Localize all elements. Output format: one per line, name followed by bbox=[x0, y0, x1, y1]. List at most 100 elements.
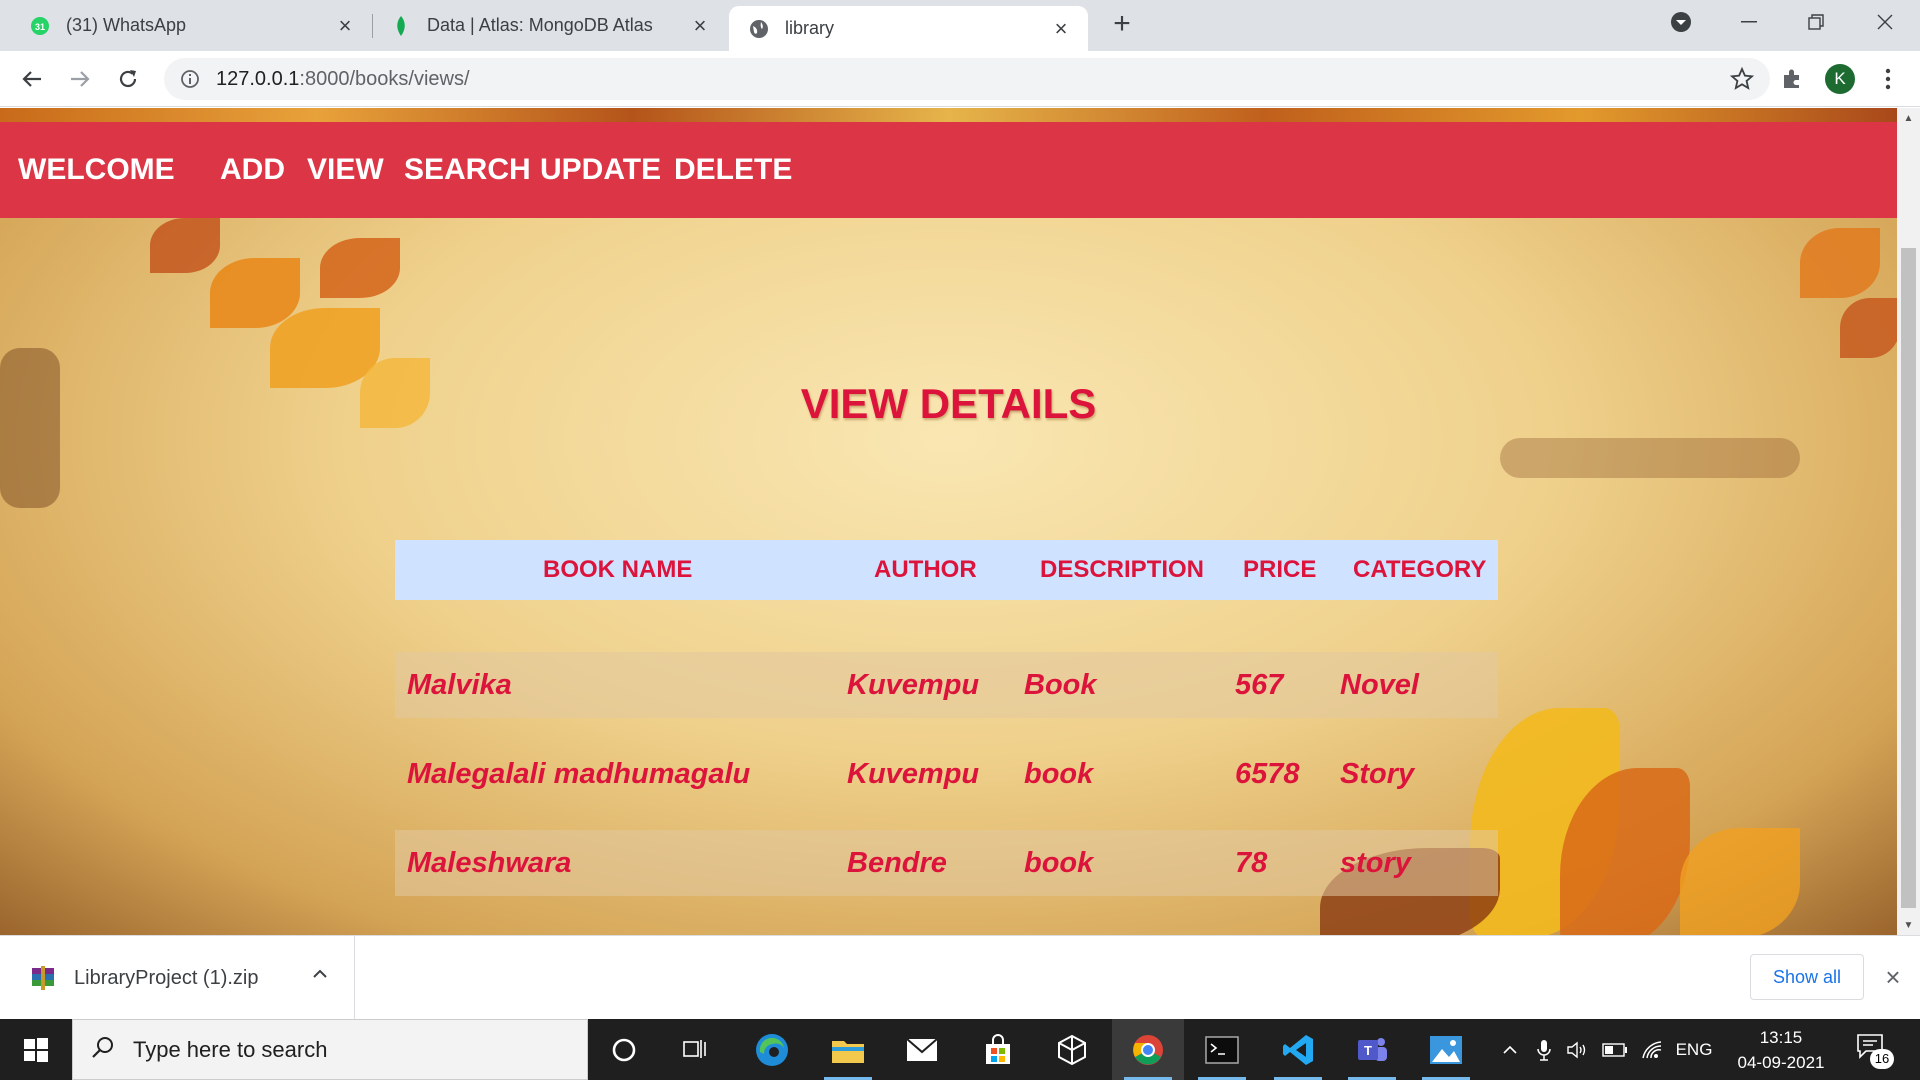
forward-arrow-icon[interactable] bbox=[64, 63, 96, 95]
cell-book-name: Malegalali madhumagalu bbox=[407, 758, 751, 790]
windows-taskbar: Type here to search T ENG 13:15 04-09-20… bbox=[0, 1019, 1920, 1080]
close-icon[interactable]: × bbox=[687, 13, 713, 39]
address-bar[interactable]: 127.0.0.1:8000/books/views/ bbox=[164, 58, 1770, 100]
download-item[interactable]: LibraryProject (1).zip bbox=[0, 936, 355, 1020]
edge-browser-icon[interactable] bbox=[736, 1019, 808, 1080]
window-close-icon[interactable] bbox=[1852, 0, 1918, 44]
tab-mongodb[interactable]: Data | Atlas: MongoDB Atlas × bbox=[373, 0, 727, 51]
battery-icon[interactable] bbox=[1600, 1019, 1630, 1080]
browser-toolbar: 127.0.0.1:8000/books/views/ K bbox=[0, 51, 1920, 107]
scrollbar-thumb[interactable] bbox=[1901, 248, 1916, 908]
reload-icon[interactable] bbox=[112, 63, 144, 95]
cortana-icon[interactable] bbox=[588, 1019, 660, 1080]
globe-icon bbox=[749, 19, 769, 39]
volume-icon[interactable] bbox=[1564, 1019, 1592, 1080]
minimize-icon[interactable] bbox=[1716, 0, 1782, 44]
cell-price: 6578 bbox=[1235, 758, 1300, 790]
zip-archive-icon bbox=[30, 965, 56, 991]
chevron-up-icon[interactable] bbox=[312, 966, 328, 984]
column-header-description: DESCRIPTION bbox=[1040, 556, 1205, 583]
terminal-icon[interactable] bbox=[1186, 1019, 1258, 1080]
tab-title: (31) WhatsApp bbox=[66, 15, 187, 35]
tab-title: Data | Atlas: MongoDB Atlas bbox=[427, 15, 653, 35]
menu-kebab-icon[interactable] bbox=[1872, 63, 1904, 95]
cell-price: 567 bbox=[1235, 669, 1284, 701]
site-info-icon[interactable] bbox=[180, 69, 200, 89]
extensions-puzzle-icon[interactable] bbox=[1776, 63, 1808, 95]
tab-strip: 31 (31) WhatsApp × Data | Atlas: MongoDB… bbox=[0, 0, 1920, 51]
page-viewport: WELCOME ADD VIEW SEARCH UPDATE DELETE VI… bbox=[0, 108, 1897, 935]
download-bar: LibraryProject (1).zip Show all × bbox=[0, 935, 1920, 1020]
chrome-icon[interactable] bbox=[1112, 1019, 1184, 1080]
bookmark-star-icon[interactable] bbox=[1729, 66, 1755, 96]
table-row: Malvika Kuvempu Book 567 Novel bbox=[395, 652, 1498, 718]
notification-count-badge: 16 bbox=[1870, 1049, 1894, 1069]
virtualbox-cube-icon[interactable] bbox=[1036, 1019, 1108, 1080]
wifi-icon[interactable] bbox=[1638, 1019, 1668, 1080]
teams-icon[interactable]: T bbox=[1336, 1019, 1408, 1080]
clock-date: 04-09-2021 bbox=[1737, 1053, 1825, 1072]
scroll-down-arrow-icon[interactable]: ▼ bbox=[1897, 915, 1920, 935]
scroll-up-arrow-icon[interactable]: ▲ bbox=[1897, 108, 1920, 128]
svg-text:31: 31 bbox=[35, 22, 45, 32]
cell-book-name: Malvika bbox=[407, 669, 512, 701]
cell-description: book bbox=[1024, 847, 1094, 879]
tray-chevron-up-icon[interactable] bbox=[1496, 1019, 1524, 1080]
page-scrollbar[interactable]: ▲ ▼ bbox=[1897, 108, 1920, 935]
windows-start-icon[interactable] bbox=[0, 1019, 72, 1080]
file-explorer-icon[interactable] bbox=[812, 1019, 884, 1080]
cell-category: story bbox=[1340, 847, 1411, 879]
svg-text:T: T bbox=[1364, 1043, 1372, 1058]
cell-author: Bendre bbox=[847, 847, 947, 879]
nav-add-link[interactable]: ADD bbox=[220, 122, 285, 218]
site-navbar: WELCOME ADD VIEW SEARCH UPDATE DELETE bbox=[0, 122, 1897, 218]
back-arrow-icon[interactable] bbox=[16, 63, 48, 95]
cell-book-name: Maleshwara bbox=[407, 847, 572, 879]
close-icon[interactable]: × bbox=[1048, 16, 1074, 42]
column-header-book-name: BOOK NAME bbox=[543, 556, 693, 583]
mail-icon[interactable] bbox=[886, 1019, 958, 1080]
clock-time: 13:15 bbox=[1759, 1028, 1803, 1047]
tab-search-icon[interactable] bbox=[1648, 0, 1714, 44]
microphone-icon[interactable] bbox=[1530, 1019, 1558, 1080]
cell-description: book bbox=[1024, 758, 1094, 790]
profile-avatar[interactable]: K bbox=[1824, 63, 1856, 95]
search-icon bbox=[91, 1035, 115, 1064]
page-title: VIEW DETAILS bbox=[800, 380, 1097, 427]
cell-price: 78 bbox=[1235, 847, 1268, 879]
nav-view-link[interactable]: VIEW bbox=[307, 122, 384, 218]
vscode-icon[interactable] bbox=[1262, 1019, 1334, 1080]
column-header-author: AUTHOR bbox=[874, 556, 977, 583]
taskbar-search-input[interactable]: Type here to search bbox=[72, 1019, 588, 1080]
avatar: K bbox=[1825, 64, 1855, 94]
new-tab-icon[interactable]: + bbox=[1108, 9, 1136, 40]
close-icon[interactable]: × bbox=[332, 13, 358, 39]
nav-search-link[interactable]: SEARCH bbox=[404, 122, 531, 218]
restore-icon[interactable] bbox=[1783, 0, 1849, 44]
microsoft-store-icon[interactable] bbox=[962, 1019, 1034, 1080]
task-view-icon[interactable] bbox=[660, 1019, 732, 1080]
nav-update-link[interactable]: UPDATE bbox=[540, 122, 661, 218]
table-row: Maleshwara Bendre book 78 story bbox=[395, 830, 1498, 896]
table-header: BOOK NAME AUTHOR DESCRIPTION PRICE CATEG… bbox=[395, 540, 1498, 600]
column-header-category: CATEGORY bbox=[1353, 556, 1487, 583]
show-all-button[interactable]: Show all bbox=[1750, 954, 1864, 1000]
tab-title: library bbox=[785, 18, 835, 38]
tab-library[interactable]: library × bbox=[729, 6, 1088, 51]
cell-category: Story bbox=[1340, 758, 1415, 790]
cell-category: Novel bbox=[1340, 669, 1419, 701]
cell-description: Book bbox=[1024, 669, 1097, 701]
url-text: 127.0.0.1:8000/books/views/ bbox=[216, 67, 470, 90]
notification-center-icon[interactable]: 16 bbox=[1856, 1033, 1896, 1069]
system-clock[interactable]: 13:15 04-09-2021 bbox=[1716, 1025, 1846, 1075]
tab-whatsapp[interactable]: 31 (31) WhatsApp × bbox=[0, 0, 372, 51]
whatsapp-icon: 31 bbox=[30, 16, 50, 36]
column-header-price: PRICE bbox=[1243, 556, 1317, 583]
nav-delete-link[interactable]: DELETE bbox=[674, 122, 792, 218]
table-row: Malegalali madhumagalu Kuvempu book 6578… bbox=[395, 741, 1498, 807]
nav-welcome-link[interactable]: WELCOME bbox=[18, 122, 175, 218]
photos-icon[interactable] bbox=[1410, 1019, 1482, 1080]
close-icon[interactable]: × bbox=[1880, 962, 1906, 992]
cell-author: Kuvempu bbox=[847, 758, 980, 790]
language-indicator[interactable]: ENG bbox=[1672, 1019, 1716, 1080]
